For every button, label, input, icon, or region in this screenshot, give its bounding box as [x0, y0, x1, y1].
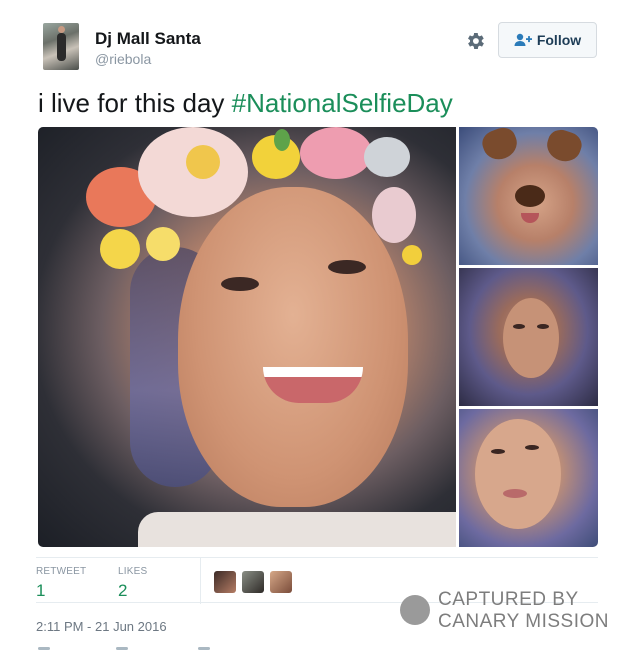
stats-divider — [200, 558, 201, 604]
dog-filter-selfie-photo[interactable] — [459, 127, 598, 265]
liker-avatar-1[interactable] — [214, 571, 236, 593]
watermark-line-2: CANARY MISSION — [438, 611, 610, 632]
like-icon[interactable] — [198, 647, 210, 650]
tweet-header: Dj Mall Santa @riebola Follow — [40, 20, 600, 72]
selfie-photo-3[interactable] — [459, 409, 598, 547]
tweet-text: i live for this day #NationalSelfieDay — [38, 88, 453, 119]
add-user-icon — [514, 33, 532, 46]
retweet-count[interactable]: 1 — [36, 581, 86, 601]
reply-icon[interactable] — [38, 647, 50, 650]
user-handle[interactable]: @riebola — [95, 51, 151, 67]
watermark-line-1: CAPTURED BY — [438, 589, 579, 610]
retweet-stat[interactable]: RETWEET 1 — [36, 566, 86, 601]
canary-mission-watermark: CAPTURED BY CANARY MISSION — [400, 589, 609, 633]
main-selfie-photo[interactable] — [38, 127, 456, 547]
display-name[interactable]: Dj Mall Santa — [95, 29, 201, 49]
retweet-icon[interactable] — [116, 647, 128, 650]
liker-avatar-2[interactable] — [242, 571, 264, 593]
likes-label: LIKES — [118, 566, 148, 577]
retweet-label: RETWEET — [36, 566, 87, 577]
follow-label: Follow — [536, 32, 582, 48]
gear-icon[interactable] — [464, 30, 486, 52]
likes-stat[interactable]: LIKES 2 — [118, 566, 147, 601]
tweet-actions — [36, 647, 336, 655]
canary-bird-icon — [400, 595, 430, 625]
tweet-timestamp[interactable]: 2:11 PM - 21 Jun 2016 — [36, 619, 167, 634]
likes-count[interactable]: 2 — [118, 581, 147, 601]
selfie-photo-2[interactable] — [459, 268, 598, 406]
media-grid — [38, 127, 598, 547]
avatar[interactable] — [43, 23, 79, 70]
follow-button[interactable]: Follow — [498, 22, 597, 58]
tweet-body: i live for this day — [38, 88, 232, 118]
liker-avatar-3[interactable] — [270, 571, 292, 593]
hashtag-link[interactable]: #NationalSelfieDay — [232, 88, 453, 118]
watermark-text: CAPTURED BY CANARY MISSION — [438, 589, 609, 633]
